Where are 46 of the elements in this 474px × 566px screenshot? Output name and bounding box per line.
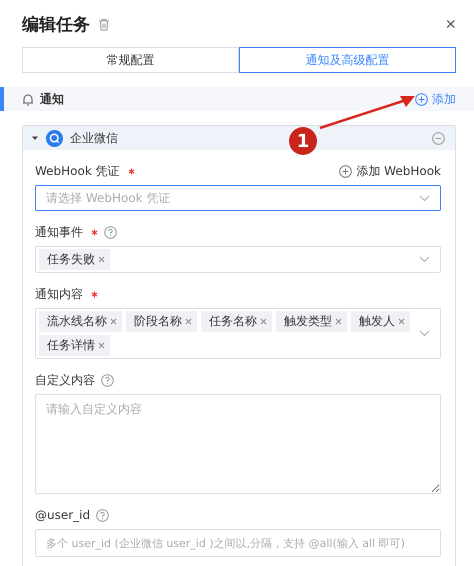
help-icon[interactable] [96, 508, 110, 522]
field-label: 通知事件 [35, 224, 83, 240]
plus-circle-icon [415, 92, 428, 106]
trash-icon[interactable] [98, 18, 110, 30]
tag-label: 任务详情 [47, 337, 95, 354]
input-field[interactable]: 多个 user_id (企业微信 user_id )之间以,分隔，支持 @all(输入 all 即可) [35, 529, 441, 557]
plus-circle-icon [339, 164, 352, 178]
close-icon[interactable] [185, 318, 192, 325]
close-icon[interactable] [335, 318, 342, 325]
close-icon[interactable] [260, 318, 267, 325]
tag-label: 流水线名称 [47, 313, 107, 330]
close-icon[interactable] [110, 318, 117, 325]
required-asterisk-icon [128, 168, 135, 174]
close-icon[interactable] [98, 256, 105, 263]
required-asterisk-icon [91, 290, 98, 298]
tag-label: 任务失败 [47, 251, 95, 268]
field-label: WebHook 凭证 [35, 162, 120, 180]
chevron-down-icon [419, 256, 430, 263]
field-label: @user_id [35, 508, 90, 522]
bell-icon [22, 92, 34, 106]
required-asterisk-icon [91, 228, 98, 236]
add-webhook-button[interactable]: 添加 WebHook [339, 162, 441, 180]
caret-icon[interactable] [31, 134, 39, 142]
tag-label: 触发类型 [284, 313, 332, 330]
text-area[interactable]: 请输入自定义内容 [35, 394, 441, 494]
field-label: 自定义内容 [35, 372, 95, 388]
chevron-down-icon [419, 194, 430, 202]
tab[interactable]: 常规配置 [22, 47, 239, 73]
close-icon[interactable] [98, 342, 105, 349]
close-icon[interactable] [398, 318, 405, 325]
remove-icon[interactable] [432, 132, 445, 144]
card-title: 企业微信 [70, 130, 118, 146]
tab[interactable]: 通知及高级配置 [239, 47, 456, 73]
tag-label: 触发人 [359, 313, 395, 330]
chevron-down-icon [419, 330, 430, 337]
dialog-title: 编辑任务 [22, 14, 90, 36]
tag-label: 阶段名称 [134, 313, 182, 330]
help-icon[interactable] [101, 374, 114, 386]
multi-select-field[interactable]: 流水线名称 阶段名称 任务名称 触发类型 触发人 任务详情 [35, 308, 441, 359]
field-label: 通知内容 [35, 286, 83, 302]
tag-label: 任务名称 [209, 313, 257, 330]
close-button[interactable]: × [445, 14, 456, 34]
multi-select-field[interactable]: 任务失败 [35, 246, 441, 273]
help-icon[interactable] [104, 226, 117, 238]
chat-logo-icon [46, 130, 63, 146]
section-title: 通知 [40, 90, 64, 108]
